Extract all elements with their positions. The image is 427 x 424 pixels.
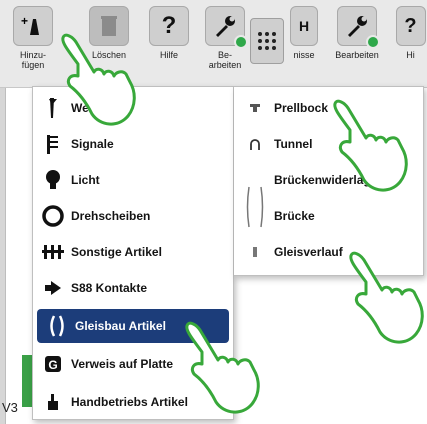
submenu-item-gleisverlauf[interactable]: Gleisverlauf: [234, 235, 423, 269]
svg-text:+: +: [21, 14, 28, 28]
delete-label: Löschen: [91, 50, 127, 60]
menu-item-label: Verweis auf Platte: [71, 357, 174, 371]
menu-item-signale[interactable]: Signale: [33, 127, 233, 161]
edit2-label: Bearbeiten: [335, 50, 379, 60]
menu-item-verweis-auf-platte[interactable]: G Verweis auf Platte: [33, 347, 233, 381]
submenu-item-tunnel[interactable]: Tunnel: [234, 127, 423, 161]
help2-label: Hi: [406, 50, 415, 60]
question-mark-icon: ?: [395, 6, 426, 46]
plate-reference-icon: G: [39, 352, 67, 376]
turntable-icon: [39, 204, 67, 228]
submenu-item-label: Brückenwiderlager: [274, 173, 383, 187]
help-label: Hilfe: [159, 50, 178, 60]
wrench-icon: [205, 6, 248, 49]
grid-menu-button[interactable]: [250, 18, 284, 64]
submenu-item-bruecke[interactable]: Brücke: [234, 186, 423, 233]
light-bulb-icon: [39, 168, 67, 192]
menu-item-label: Weichen: [71, 101, 121, 115]
s88-contact-icon: [39, 276, 67, 300]
menu-item-sonstige-artikel[interactable]: Sonstige Artikel: [33, 235, 233, 269]
menu-item-label: Licht: [71, 173, 100, 187]
check-icon: [366, 35, 380, 49]
turnout-icon: [39, 96, 67, 120]
svg-text:G: G: [48, 358, 57, 372]
edit-button[interactable]: Be- arbeiten: [200, 6, 250, 86]
submenu-item-prellbock[interactable]: Prellbock: [234, 91, 423, 125]
submenu-item-label: Tunnel: [274, 137, 313, 151]
tunnel-icon: [244, 138, 266, 150]
buffer-stop-icon: [244, 103, 266, 113]
menu-item-drehscheiben[interactable]: Drehscheiben: [33, 199, 233, 233]
menu-item-label: Gleisbau Artikel: [75, 319, 166, 333]
submenu-item-label: Brücke: [274, 209, 315, 223]
track-construction-icon: [43, 314, 71, 338]
misc-articles-icon: [39, 240, 67, 264]
manual-operation-icon: [39, 390, 67, 414]
track-construction-submenu: Prellbock Tunnel Brückenwiderlager Brück…: [234, 86, 424, 276]
help2-button[interactable]: ? Hi: [394, 6, 427, 86]
toolbar: + Hinzu- fügen Löschen ? Hilfe Be- arbei…: [0, 0, 427, 88]
results-label: nisse: [293, 50, 315, 60]
menu-item-weichen[interactable]: Weichen: [33, 91, 233, 125]
results-button[interactable]: H nisse: [284, 6, 324, 86]
menu-item-licht[interactable]: Licht: [33, 163, 233, 197]
question-mark-icon: ?: [149, 6, 189, 46]
background-green-bar: [22, 355, 32, 407]
help-button[interactable]: ? Hilfe: [144, 6, 194, 86]
delete-button[interactable]: Löschen: [84, 6, 134, 86]
check-icon: [234, 35, 248, 49]
track-course-icon: [244, 246, 266, 258]
menu-item-label: Drehscheiben: [71, 209, 151, 223]
submenu-item-label: Gleisverlauf: [274, 245, 343, 259]
menu-item-label: S88 Kontakte: [71, 281, 148, 295]
menu-item-s88-kontakte[interactable]: S88 Kontakte: [33, 271, 233, 305]
menu-item-label: Handbetriebs Artikel: [71, 395, 188, 409]
results-icon: H: [290, 6, 318, 46]
menu-item-label: Sonstige Artikel: [71, 245, 162, 259]
bridge-icon: [244, 186, 266, 229]
menu-item-handbetriebs-artikel[interactable]: Handbetriebs Artikel: [33, 385, 233, 419]
add-menu: Weichen Signale Licht Drehscheiben Sonst…: [32, 86, 234, 420]
grid-dots-icon: [258, 32, 276, 50]
menu-item-label: Signale: [71, 137, 114, 151]
edit-label: Be- arbeiten: [208, 50, 242, 70]
add-button[interactable]: + Hinzu- fügen: [8, 6, 58, 86]
signal-icon: [39, 132, 67, 156]
edit2-button[interactable]: Bearbeiten: [332, 6, 382, 86]
trash-icon: [89, 6, 129, 46]
submenu-item-label: Prellbock: [274, 101, 329, 115]
add-icon: +: [13, 6, 53, 46]
background-text: V3: [2, 400, 18, 415]
menu-item-gleisbau-artikel[interactable]: Gleisbau Artikel: [37, 309, 229, 343]
add-label: Hinzu- fügen: [19, 50, 46, 70]
wrench-icon: [337, 6, 380, 49]
